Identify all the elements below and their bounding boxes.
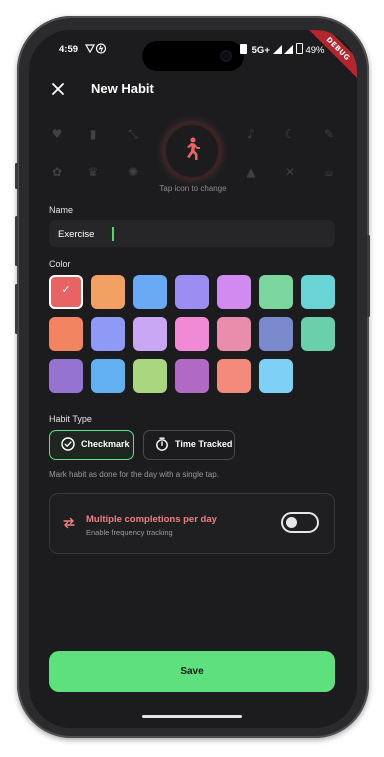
moon-icon: ☾ bbox=[284, 127, 296, 141]
color-swatch[interactable] bbox=[91, 275, 125, 309]
habit-type-label: Habit Type bbox=[49, 414, 92, 424]
landscape-icon: ▲ bbox=[246, 165, 256, 179]
multiple-completions-card: Multiple completions per day Enable freq… bbox=[49, 493, 335, 554]
multiple-completions-subtitle: Enable frequency tracking bbox=[86, 528, 173, 537]
multiple-completions-toggle[interactable] bbox=[281, 512, 319, 533]
color-swatch[interactable] bbox=[217, 359, 251, 393]
name-input[interactable] bbox=[58, 227, 318, 241]
habit-type-description: Mark habit as done for the day with a si… bbox=[49, 470, 219, 479]
color-swatch[interactable] bbox=[91, 317, 125, 351]
color-swatch[interactable] bbox=[49, 317, 83, 351]
multiple-completions-title: Multiple completions per day bbox=[86, 514, 217, 525]
battery-percent: 49% bbox=[305, 45, 325, 56]
expand-icon: ⤡ bbox=[128, 127, 138, 141]
settings-icon: ✺ bbox=[127, 165, 139, 179]
app-screen: 4:59 5G+ 49% DEBUG New Habit ♥ ▮ ⤡ ♪ ☾ ✎… bbox=[29, 30, 357, 728]
crown-icon: ♛ bbox=[87, 165, 99, 179]
app-bar: New Habit bbox=[29, 80, 357, 100]
check-icon: ✓ bbox=[61, 283, 71, 296]
checkmark-type-button[interactable]: Checkmark bbox=[49, 430, 134, 460]
color-label: Color bbox=[49, 259, 71, 269]
repeat-icon bbox=[63, 517, 75, 529]
network-label: 5G+ bbox=[251, 45, 270, 56]
signal-icon bbox=[272, 45, 282, 54]
selected-habit-icon-button[interactable] bbox=[164, 123, 220, 179]
power-button bbox=[367, 235, 370, 317]
dynamic-island bbox=[142, 41, 244, 71]
color-swatch[interactable] bbox=[133, 275, 167, 309]
color-swatch[interactable] bbox=[133, 359, 167, 393]
check-circle-icon bbox=[61, 437, 75, 451]
time-tracked-type-label: Time Tracked bbox=[175, 439, 233, 449]
color-swatch[interactable] bbox=[217, 317, 251, 351]
checkmark-type-label: Checkmark bbox=[81, 439, 130, 449]
color-swatch[interactable] bbox=[133, 317, 167, 351]
status-right: 5G+ 49% bbox=[240, 43, 324, 56]
color-swatch[interactable] bbox=[259, 317, 293, 351]
name-label: Name bbox=[49, 205, 74, 215]
status-time: 4:59 bbox=[59, 44, 79, 55]
battery-saver-icon bbox=[240, 44, 247, 54]
status-notification-icons bbox=[84, 43, 109, 57]
color-swatch[interactable] bbox=[301, 317, 335, 351]
paw-icon: ✿ bbox=[51, 165, 63, 179]
home-indicator bbox=[142, 715, 242, 718]
color-swatch[interactable] bbox=[49, 359, 83, 393]
save-button[interactable]: Save bbox=[49, 651, 335, 692]
icon-change-hint: Tap icon to change bbox=[159, 184, 227, 193]
color-swatch[interactable] bbox=[175, 317, 209, 351]
name-field[interactable] bbox=[49, 220, 335, 247]
color-swatch[interactable] bbox=[301, 275, 335, 309]
text-cursor bbox=[112, 227, 114, 241]
heart-icon: ♥ bbox=[51, 127, 63, 141]
color-swatch[interactable] bbox=[175, 275, 209, 309]
color-swatch[interactable]: ✓ bbox=[49, 275, 83, 309]
cup-icon: ☕ bbox=[323, 165, 335, 179]
battery-icon bbox=[295, 43, 303, 54]
page-title: New Habit bbox=[91, 81, 154, 96]
yoga-icon: ✕ bbox=[284, 165, 296, 179]
time-tracked-type-button[interactable]: Time Tracked bbox=[143, 430, 235, 460]
toggle-knob bbox=[286, 517, 297, 528]
volume-up-button bbox=[15, 216, 18, 266]
signal-icon-2 bbox=[284, 45, 294, 54]
running-person-icon bbox=[187, 137, 200, 160]
color-swatch[interactable] bbox=[91, 359, 125, 393]
volume-down-button bbox=[15, 284, 18, 334]
stopwatch-icon bbox=[156, 437, 168, 451]
camera-icon bbox=[220, 50, 232, 62]
close-icon[interactable] bbox=[49, 80, 67, 98]
color-swatch[interactable] bbox=[217, 275, 251, 309]
color-swatch[interactable] bbox=[259, 359, 293, 393]
book-icon: ▮ bbox=[89, 127, 97, 141]
music-note-icon: ♪ bbox=[247, 127, 255, 141]
brush-icon: ✎ bbox=[323, 127, 335, 141]
action-button bbox=[15, 163, 18, 189]
color-swatch[interactable] bbox=[175, 359, 209, 393]
color-swatch[interactable] bbox=[259, 275, 293, 309]
